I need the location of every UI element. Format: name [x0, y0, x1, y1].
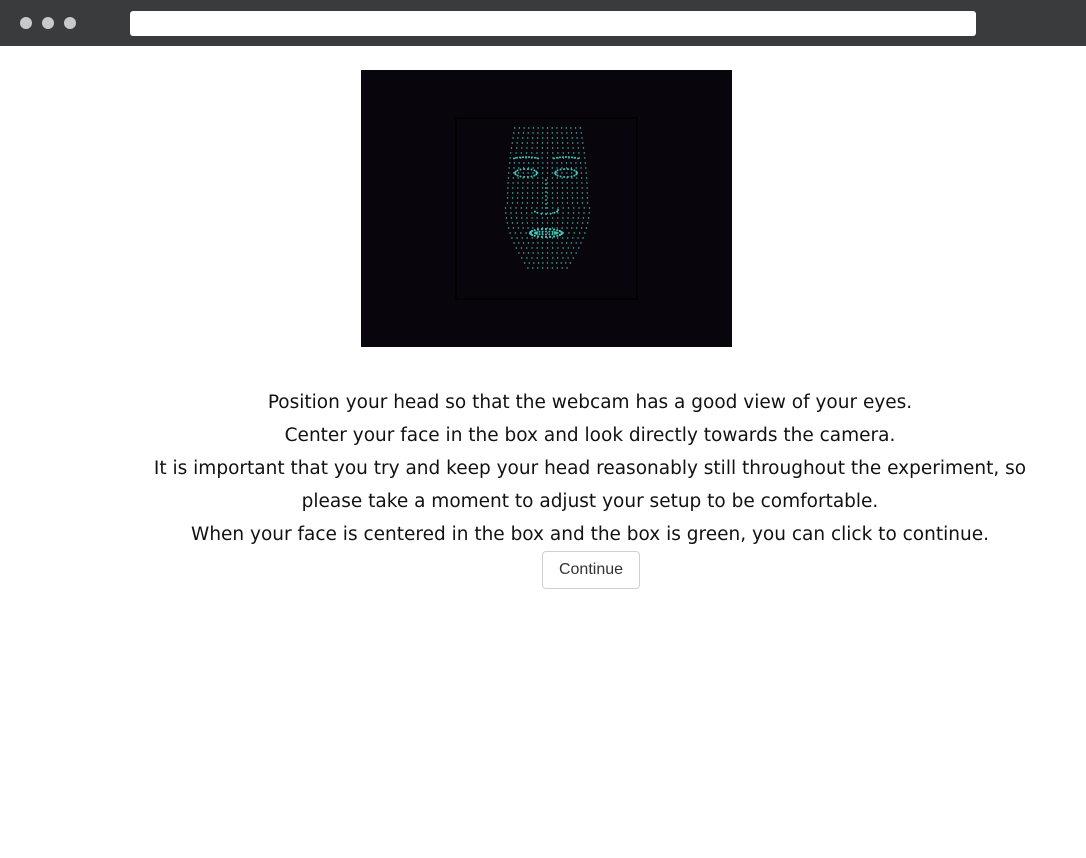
window-minimize-dot[interactable] — [42, 17, 54, 29]
instructions-text: Position your head so that the webcam ha… — [120, 386, 1060, 551]
window-maximize-dot[interactable] — [64, 17, 76, 29]
address-bar[interactable] — [130, 11, 976, 36]
instruction-line: Center your face in the box and look dir… — [284, 425, 896, 446]
instruction-line: When your face is centered in the box an… — [191, 524, 989, 545]
continue-button[interactable]: Continue — [542, 551, 640, 589]
face-mesh — [504, 127, 591, 269]
window-close-dot[interactable] — [20, 17, 32, 29]
instruction-line: please take a moment to adjust your setu… — [301, 491, 879, 512]
instruction-line: It is important that you try and keep yo… — [153, 458, 1027, 479]
browser-toolbar — [0, 0, 1086, 46]
webcam-preview — [361, 70, 732, 347]
instruction-line: Position your head so that the webcam ha… — [267, 392, 913, 413]
face-mesh-icon — [455, 117, 638, 300]
